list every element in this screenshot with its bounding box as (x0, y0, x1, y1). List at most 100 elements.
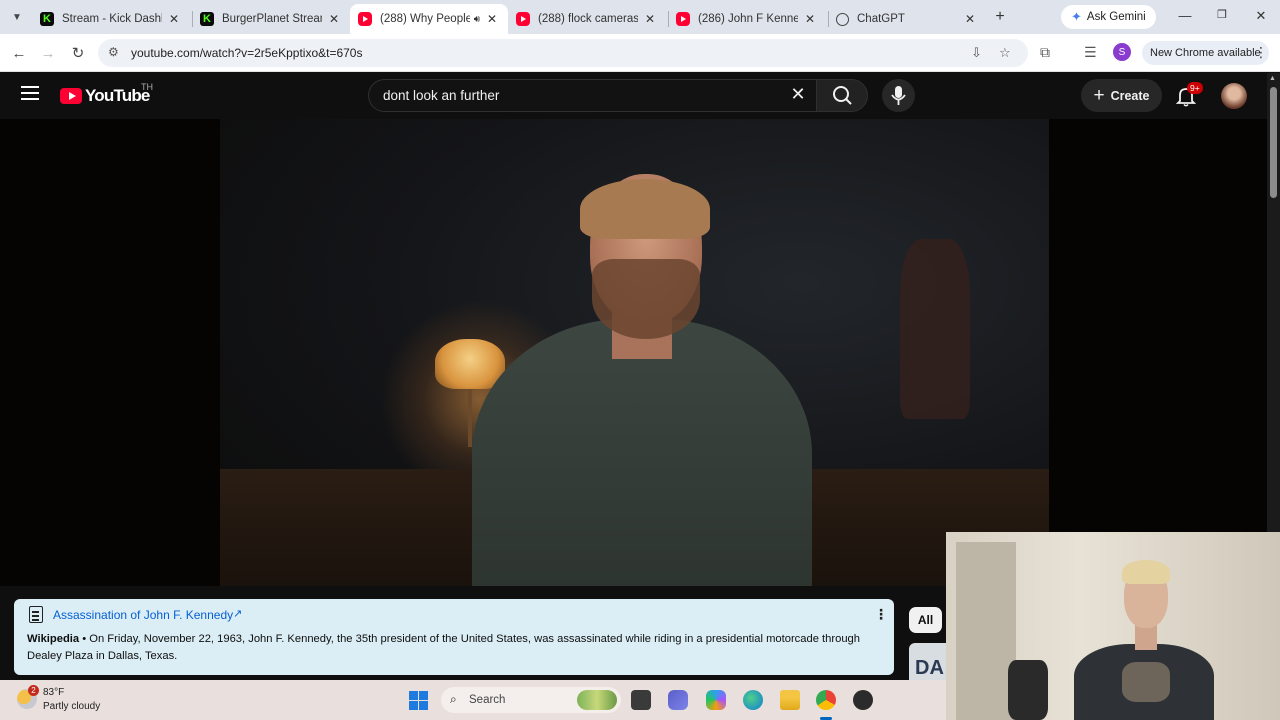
close-window-icon[interactable]: ✕ (1251, 8, 1271, 24)
video-player[interactable] (0, 119, 1267, 586)
back-arrow-icon[interactable]: ← (9, 43, 29, 63)
chrome-menu-icon[interactable]: ⋮ (1254, 44, 1268, 61)
chrome-profile-avatar[interactable]: S (1113, 43, 1131, 61)
webcam-door (956, 542, 1016, 720)
presenter-hair (580, 179, 710, 239)
restore-icon[interactable]: ❐ (1212, 8, 1232, 21)
close-tab-icon[interactable]: ✕ (166, 12, 182, 26)
site-info-icon[interactable]: ⚙ (108, 45, 119, 59)
tab-title: BurgerPlanet Stream - (222, 13, 322, 25)
teams-icon[interactable] (668, 690, 688, 710)
info-panel-title-link[interactable]: Assassination of John F. Kennedy (53, 608, 233, 622)
tab-title: (286) John F Kennedy (698, 13, 798, 25)
webcam-person-hair (1122, 560, 1170, 584)
weather-description[interactable]: Partly cloudy (43, 701, 100, 712)
account-avatar[interactable] (1221, 83, 1247, 109)
edge-icon[interactable] (743, 690, 763, 710)
address-bar[interactable]: ⚙ youtube.com/watch?v=2r5eKpptixo&t=670s… (98, 39, 1028, 67)
minimize-icon[interactable]: — (1175, 8, 1195, 23)
youtube-play-icon (60, 88, 82, 104)
notification-count-badge: 9+ (1187, 82, 1203, 94)
weather-alert-badge: 2 (28, 685, 39, 696)
weather-temperature[interactable]: 83°F (43, 687, 64, 698)
close-tab-icon[interactable]: ✕ (642, 12, 658, 26)
forward-arrow-icon[interactable]: → (38, 43, 58, 63)
windows-taskbar: 2 83°F Partly cloudy ⌕ Search (0, 680, 946, 720)
close-tab-icon[interactable]: ✕ (962, 12, 978, 26)
tab-why-people-active[interactable]: (288) Why People 🔊︎ ✕ (350, 4, 508, 34)
new-chrome-available-button[interactable]: New Chrome available (1142, 41, 1269, 65)
tab-title: (288) flock cameras - Y (538, 13, 638, 25)
presenter-beard (592, 259, 700, 339)
voice-search-button[interactable] (882, 79, 915, 112)
hamburger-menu-icon[interactable] (21, 86, 39, 100)
tab-chatgpt[interactable]: ChatGPT ✕ (828, 4, 986, 34)
tab-flock-cameras[interactable]: (288) flock cameras - Y ✕ (508, 4, 666, 34)
youtube-wordmark: YouTube (85, 86, 150, 105)
scrollbar-thumb[interactable] (1270, 87, 1277, 198)
ask-gemini-button[interactable]: ✦ Ask Gemini (1061, 5, 1156, 29)
presenter-shirt (472, 319, 812, 586)
gemini-icon: ✦ (1071, 9, 1082, 24)
search-input[interactable]: dont look an further ✕ (368, 79, 816, 112)
install-app-icon[interactable]: ⇩ (971, 45, 982, 61)
webcam-hanging-jacket (1008, 660, 1048, 720)
lamp-stem (468, 387, 472, 447)
scroll-up-arrow-icon[interactable]: ▲ (1269, 75, 1276, 82)
new-tab-button[interactable]: + (991, 8, 1009, 26)
bookmark-star-icon[interactable]: ☆ (999, 45, 1011, 61)
create-button[interactable]: + Create (1081, 79, 1162, 112)
youtube-header: YouTube TH dont look an further ✕ + Crea… (0, 73, 1267, 119)
tab-title: (288) Why People (380, 13, 470, 25)
ask-gemini-label: Ask Gemini (1086, 11, 1146, 23)
wikipedia-info-panel: Assassination of John F. Kennedy ↗ ⋮ Wik… (14, 599, 894, 675)
external-link-icon[interactable]: ↗ (233, 607, 242, 620)
info-panel-description: Wikipedia • On Friday, November 22, 1963… (27, 631, 887, 665)
country-code: TH (141, 82, 153, 92)
extensions-icon[interactable]: ⧉ (1040, 44, 1050, 61)
youtube-icon (358, 12, 372, 26)
info-source-label[interactable]: Wikipedia (27, 633, 79, 645)
copilot-icon[interactable] (706, 690, 726, 710)
tab-title: Stream - Kick Dashboa (62, 13, 162, 25)
webcam-shirt-print (1122, 662, 1170, 702)
close-tab-icon[interactable]: ✕ (484, 12, 500, 26)
document-icon (29, 606, 43, 623)
search-query-text[interactable]: dont look an further (383, 88, 499, 103)
reading-list-icon[interactable]: ☰ (1084, 44, 1097, 61)
clear-search-icon[interactable]: ✕ (786, 84, 810, 105)
filter-chip-all[interactable]: All (909, 607, 942, 633)
microphone-icon (891, 86, 906, 105)
create-label: Create (1110, 88, 1150, 103)
youtube-icon (676, 12, 690, 26)
obs-icon[interactable] (853, 690, 873, 710)
search-button[interactable] (816, 79, 868, 112)
windows-start-icon[interactable] (409, 691, 428, 710)
kick-icon: K (200, 12, 214, 26)
chrome-icon[interactable] (816, 690, 836, 710)
background-clothing (900, 239, 970, 419)
tab-search-button[interactable]: ▼ (6, 7, 28, 27)
tab-title: ChatGPT (857, 13, 905, 25)
close-tab-icon[interactable]: ✕ (326, 12, 342, 26)
video-frame (220, 119, 1049, 586)
chatgpt-icon (836, 12, 849, 26)
task-view-icon[interactable] (631, 690, 651, 710)
more-options-icon[interactable]: ⋮ (874, 606, 888, 623)
plus-icon: + (1093, 84, 1105, 106)
close-tab-icon[interactable]: ✕ (802, 12, 818, 26)
file-explorer-icon[interactable] (780, 690, 800, 710)
url-text[interactable]: youtube.com/watch?v=2r5eKpptixo&t=670s (131, 46, 362, 60)
tab-john-f-kennedy[interactable]: (286) John F Kennedy ✕ (668, 4, 826, 34)
tab-kick-dashboard[interactable]: K Stream - Kick Dashboa ✕ (32, 4, 190, 34)
browser-tab-strip: ▼ K Stream - Kick Dashboa ✕ K BurgerPlan… (0, 0, 1280, 34)
taskbar-search-label: Search (469, 694, 506, 706)
speaker-icon[interactable]: 🔊︎ (474, 14, 480, 25)
taskbar-search-box[interactable]: ⌕ Search (441, 687, 621, 713)
tab-burgerplanet-stream[interactable]: K BurgerPlanet Stream - ✕ (192, 4, 350, 34)
reload-icon[interactable]: ↻ (68, 43, 88, 63)
info-panel-text: • On Friday, November 22, 1963, John F. … (27, 633, 860, 662)
video-thumbnail-peek[interactable]: DA (909, 643, 949, 680)
thumbnail-letters: DA (915, 657, 944, 679)
youtube-logo[interactable]: YouTube (60, 86, 150, 106)
